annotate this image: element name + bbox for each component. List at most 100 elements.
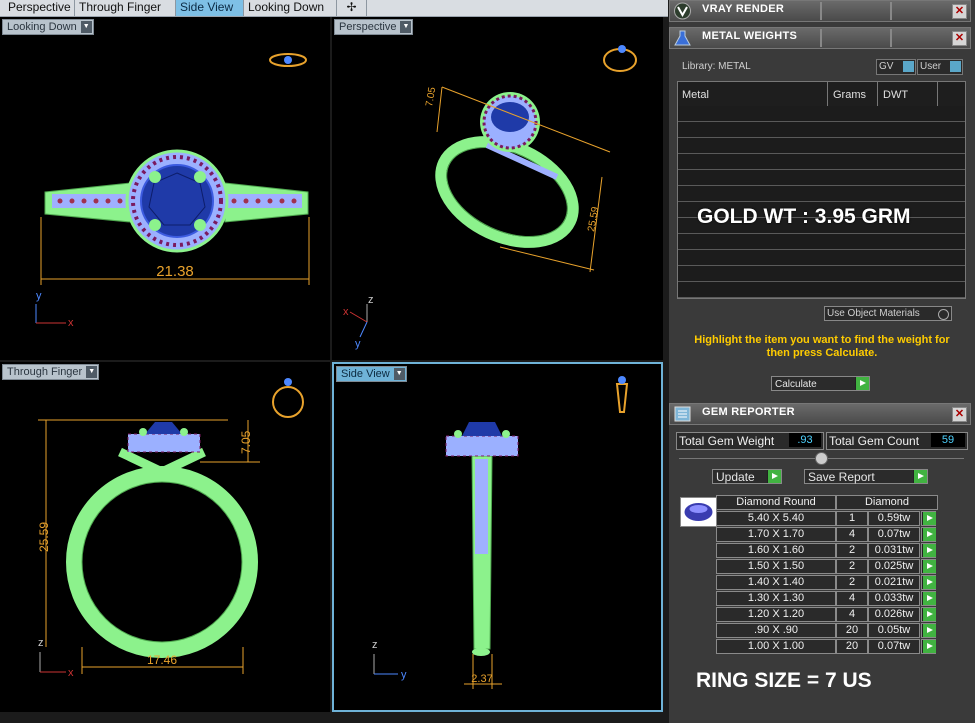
tab-through-finger[interactable]: Through Finger xyxy=(75,0,176,16)
gem-count: 2 xyxy=(836,543,868,558)
total-gem-weight-value: .93 xyxy=(789,433,821,447)
axis-label: y xyxy=(401,669,407,681)
tab-side-view[interactable]: Side View xyxy=(176,0,244,16)
gem-select-button[interactable] xyxy=(921,575,936,590)
play-icon xyxy=(913,470,927,483)
gem-select-button[interactable] xyxy=(921,607,936,622)
report-icon xyxy=(673,405,692,423)
user-label: User xyxy=(920,61,942,72)
close-icon[interactable]: ✕ xyxy=(952,4,967,19)
user-toggle[interactable]: User xyxy=(917,59,963,75)
rollout-title: GEM REPORTER xyxy=(702,406,795,418)
gem-select-button[interactable] xyxy=(921,623,936,638)
gem-select-button[interactable] xyxy=(921,543,936,558)
gem-weight: 0.025tw xyxy=(868,559,920,574)
view-orientation-icon xyxy=(615,376,629,413)
gem-count: 4 xyxy=(836,607,868,622)
play-icon xyxy=(922,560,936,573)
total-gem-count-field: Total Gem Count 59 xyxy=(826,432,968,450)
gem-count: 4 xyxy=(836,527,868,542)
dimension-label: 7.05 xyxy=(424,86,438,108)
gem-size: 1.00 X 1.00 xyxy=(716,639,836,654)
tab-looking-down[interactable]: Looking Down xyxy=(244,0,337,16)
viewport-side-view[interactable]: Side View ▼ 2.37 z y xyxy=(332,362,663,712)
axis-label: z xyxy=(368,294,374,306)
view-orientation-icon xyxy=(603,45,637,72)
update-label: Update xyxy=(716,470,755,484)
gv-label: GV xyxy=(879,61,894,72)
gold-weight-annotation: GOLD WT : 3.95 GRM xyxy=(697,205,911,228)
use-object-materials-checkbox[interactable]: Use Object Materials xyxy=(824,306,952,321)
gem-select-button[interactable] xyxy=(921,639,936,654)
view-orientation-icon xyxy=(269,53,307,67)
add-tab-button[interactable]: ✢ xyxy=(337,0,367,16)
viewport-perspective[interactable]: Perspective ▼ 7.05 25.59 z x y xyxy=(332,17,663,360)
gem-count: 4 xyxy=(836,591,868,606)
gem-select-button[interactable] xyxy=(921,591,936,606)
gem-size: 1.20 X 1.20 xyxy=(716,607,836,622)
axis-label: z xyxy=(372,639,378,651)
vray-render-rollout[interactable]: VRAY RENDER ✕ xyxy=(669,0,971,22)
ring-perspective-drawing: 7.05 25.59 z x y xyxy=(343,45,637,350)
play-icon xyxy=(922,528,936,541)
dimension-label: 25.59 xyxy=(586,206,601,233)
gv-toggle[interactable]: GV xyxy=(876,59,916,75)
gem-count: 2 xyxy=(836,575,868,590)
column-header-metal: Metal xyxy=(682,89,709,101)
calculate-label: Calculate xyxy=(775,379,817,390)
update-button[interactable]: Update xyxy=(712,469,782,484)
viewport-tab-bar: Perspective Through Finger Side View Loo… xyxy=(0,0,668,17)
gem-weight: 0.07tw xyxy=(868,527,920,542)
viewport-through-finger[interactable]: Through Finger ▼ 25.59 7.05 17.46 z x xyxy=(0,362,330,712)
splitter-handle[interactable] xyxy=(815,452,828,465)
tab-perspective[interactable]: Perspective xyxy=(4,0,75,16)
gem-weight: 0.07tw xyxy=(868,639,920,654)
gem-select-button[interactable] xyxy=(921,511,936,526)
dimension-label: 17.46 xyxy=(147,653,177,667)
rollout-title: METAL WEIGHTS xyxy=(702,30,798,42)
axis-label: y xyxy=(355,338,361,350)
axis-label: y xyxy=(36,290,42,302)
metal-weights-rollout[interactable]: METAL WEIGHTS ✕ xyxy=(669,27,971,49)
metal-table[interactable]: Metal Grams DWT xyxy=(677,81,966,299)
gem-size: 1.30 X 1.30 xyxy=(716,591,836,606)
save-report-button[interactable]: Save Report xyxy=(804,469,928,484)
play-icon xyxy=(922,544,936,557)
save-report-label: Save Report xyxy=(808,470,875,484)
gem-select-button[interactable] xyxy=(921,559,936,574)
gem-weight: 0.59tw xyxy=(868,511,920,526)
gem-size: 1.70 X 1.70 xyxy=(716,527,836,542)
play-icon xyxy=(855,377,869,390)
gem-count: 20 xyxy=(836,639,868,654)
play-icon xyxy=(767,470,781,483)
gem-size: .90 X .90 xyxy=(716,623,836,638)
gem-size: 1.50 X 1.50 xyxy=(716,559,836,574)
calculate-hint: Highlight the item you want to find the … xyxy=(694,334,950,359)
diamond-gem-icon xyxy=(680,497,717,527)
play-icon xyxy=(922,576,936,589)
ring-top-view-drawing: 21.38 y x xyxy=(35,53,310,329)
close-icon[interactable]: ✕ xyxy=(952,407,967,422)
gem-size: 1.40 X 1.40 xyxy=(716,575,836,590)
column-header-shape: Diamond Round xyxy=(716,495,836,510)
ring-side-view-drawing: 2.37 z y xyxy=(372,376,629,689)
right-panel: VRAY RENDER ✕ METAL WEIGHTS ✕ Library: M… xyxy=(669,0,975,723)
viewport-looking-down[interactable]: Looking Down ▼ 21.38 y x xyxy=(0,17,330,360)
dimension-label: 7.05 xyxy=(239,430,253,454)
total-gem-count-label: Total Gem Count xyxy=(829,434,920,448)
play-icon xyxy=(922,624,936,637)
gem-size: 1.60 X 1.60 xyxy=(716,543,836,558)
gem-reporter-rollout[interactable]: GEM REPORTER ✕ xyxy=(669,403,971,425)
gem-count: 1 xyxy=(836,511,868,526)
total-gem-weight-label: Total Gem Weight xyxy=(679,434,775,448)
play-icon xyxy=(922,608,936,621)
ring-size-annotation: RING SIZE = 7 US xyxy=(696,669,872,692)
calculate-button[interactable]: Calculate xyxy=(771,376,870,391)
library-label: Library: METAL xyxy=(682,61,751,72)
column-header-dwt: DWT xyxy=(883,89,909,101)
dimension-label: 2.37 xyxy=(471,673,492,685)
gem-weight: 0.033tw xyxy=(868,591,920,606)
close-icon[interactable]: ✕ xyxy=(952,31,967,46)
gem-select-button[interactable] xyxy=(921,527,936,542)
play-icon xyxy=(922,640,936,653)
